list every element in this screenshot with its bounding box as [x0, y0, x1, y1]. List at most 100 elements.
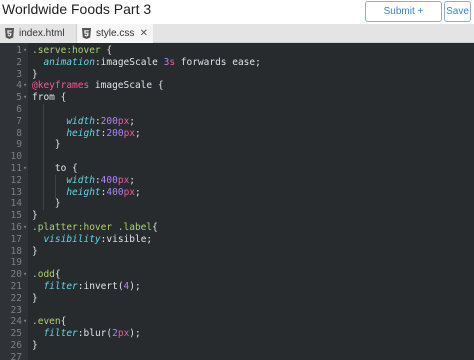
- code-token: filter: [43, 281, 78, 292]
- code-text: visibility:visible;: [32, 234, 152, 246]
- fold-arrow-icon[interactable]: ▾: [23, 80, 27, 92]
- line-number: 27: [10, 351, 22, 360]
- line-number: 12: [10, 174, 22, 186]
- code-token: height: [66, 186, 101, 198]
- line-number: 5: [16, 92, 22, 104]
- line-number: 15: [10, 210, 22, 222]
- line-number: 26: [10, 340, 22, 351]
- line-number: 25: [10, 328, 22, 340]
- code-text: }: [32, 139, 61, 151]
- code-text: height:400px;: [32, 186, 141, 199]
- line-number: 1: [16, 45, 22, 56]
- line-number: 10: [10, 151, 22, 163]
- tab-style-css[interactable]: style.css ✕: [77, 24, 153, 43]
- code-line[interactable]: 21 filter:invert(4);: [0, 281, 474, 293]
- code-line[interactable]: 26}: [0, 340, 474, 352]
- code-line[interactable]: 4 ▾ @keyframes imageScale {: [0, 80, 474, 92]
- fold-arrow-icon[interactable]: ▾: [23, 92, 27, 104]
- fold-arrow-icon[interactable]: ▾: [23, 45, 27, 57]
- code-line[interactable]: 14 }: [0, 198, 474, 210]
- code-line[interactable]: 24 ▾ .even{: [0, 316, 474, 328]
- line-number: 4: [16, 80, 22, 92]
- code-token: px: [117, 115, 130, 127]
- code-text: filter:blur(2px);: [32, 328, 141, 340]
- page-title: Worldwide Foods Part 3: [2, 1, 152, 17]
- code-line[interactable]: 1 ▾ .serve:hover {: [0, 45, 474, 57]
- code-text: width:400px;: [32, 175, 135, 187]
- code-token: height: [66, 127, 101, 139]
- code-line[interactable]: 18}: [0, 246, 474, 258]
- code-text: }: [32, 340, 38, 352]
- line-number: 17: [10, 233, 22, 245]
- code-token: }: [32, 245, 38, 257]
- code-line[interactable]: 19: [0, 257, 474, 269]
- line-number: 11: [10, 163, 22, 174]
- code-line[interactable]: 20 ▾ .odd{: [0, 269, 474, 281]
- line-number: 9: [16, 139, 22, 151]
- code-token: {: [54, 269, 61, 281]
- line-number: 3: [16, 68, 22, 80]
- code-token: );: [129, 328, 141, 340]
- indent-guide: [54, 174, 56, 199]
- code-token: {: [60, 316, 67, 328]
- line-number: 8: [16, 127, 22, 139]
- code-token: 400: [106, 186, 124, 198]
- code-token: imageScale {: [89, 80, 164, 92]
- save-button[interactable]: Save: [444, 1, 471, 22]
- code-line[interactable]: 15}: [0, 210, 474, 222]
- fold-arrow-icon[interactable]: ▾: [23, 269, 27, 281]
- code-token: ;: [135, 186, 141, 198]
- line-number: 21: [10, 281, 22, 292]
- code-line[interactable]: 13 height:400px;: [0, 187, 474, 199]
- indent-guide: [43, 104, 45, 211]
- line-number: 16: [10, 222, 22, 233]
- tab-label: index.html: [19, 28, 65, 39]
- code-line[interactable]: 5 ▾ from {: [0, 92, 474, 104]
- line-number: 24: [10, 316, 22, 328]
- code-line[interactable]: 22}: [0, 293, 474, 305]
- code-line[interactable]: 17 visibility:visible;: [0, 234, 474, 246]
- line-number: 13: [10, 186, 22, 198]
- code-line[interactable]: 8 height:200px;: [0, 128, 474, 140]
- line-number: 20: [10, 269, 22, 281]
- code-text: .even{: [32, 316, 66, 328]
- line-number: 18: [10, 245, 22, 257]
- line-number: 2: [16, 56, 22, 68]
- code-text: }: [32, 246, 38, 258]
- code-editor[interactable]: 1 ▾ .serve:hover {2 animation:imageScale 3…: [0, 43, 474, 360]
- close-tab-icon[interactable]: ✕: [140, 24, 148, 43]
- tab-index-html[interactable]: index.html: [0, 24, 77, 43]
- code-token: ;: [135, 127, 141, 139]
- code-token: :imageScale: [94, 56, 164, 68]
- code-line[interactable]: 10: [0, 151, 474, 163]
- code-text: }: [32, 198, 61, 210]
- code-line[interactable]: 16 ▾ .platter:hover .label{: [0, 222, 474, 234]
- fold-arrow-icon[interactable]: ▾: [23, 316, 27, 328]
- code-text: width:200px;: [32, 116, 135, 128]
- code-line[interactable]: 2 animation:imageScale 3s forwards ease;: [0, 57, 474, 69]
- code-text: filter:invert(4);: [32, 281, 140, 293]
- code-line[interactable]: 25 filter:blur(2px);: [0, 328, 474, 340]
- code-line[interactable]: 27: [0, 352, 474, 360]
- line-number: 22: [10, 292, 22, 304]
- fold-arrow-icon[interactable]: ▾: [23, 222, 27, 234]
- code-line[interactable]: 7 width:200px;: [0, 116, 474, 128]
- code-token: }: [32, 139, 61, 151]
- code-token: visibility: [43, 233, 101, 245]
- code-line[interactable]: 11 ▾ to {: [0, 163, 474, 175]
- code-line[interactable]: 9 }: [0, 139, 474, 151]
- fold-arrow-icon[interactable]: ▾: [23, 163, 27, 175]
- code-token: @keyframes: [32, 80, 90, 92]
- code-line[interactable]: 12 width:400px;: [0, 175, 474, 187]
- code-line[interactable]: 23: [0, 305, 474, 317]
- code-line[interactable]: 3}: [0, 69, 474, 81]
- top-bar: Worldwide Foods Part 3 Submit + Continue…: [0, 0, 474, 36]
- code-line[interactable]: 6: [0, 104, 474, 116]
- submit-continue-button[interactable]: Submit + Continue: [365, 1, 442, 36]
- code-token: px: [117, 328, 130, 340]
